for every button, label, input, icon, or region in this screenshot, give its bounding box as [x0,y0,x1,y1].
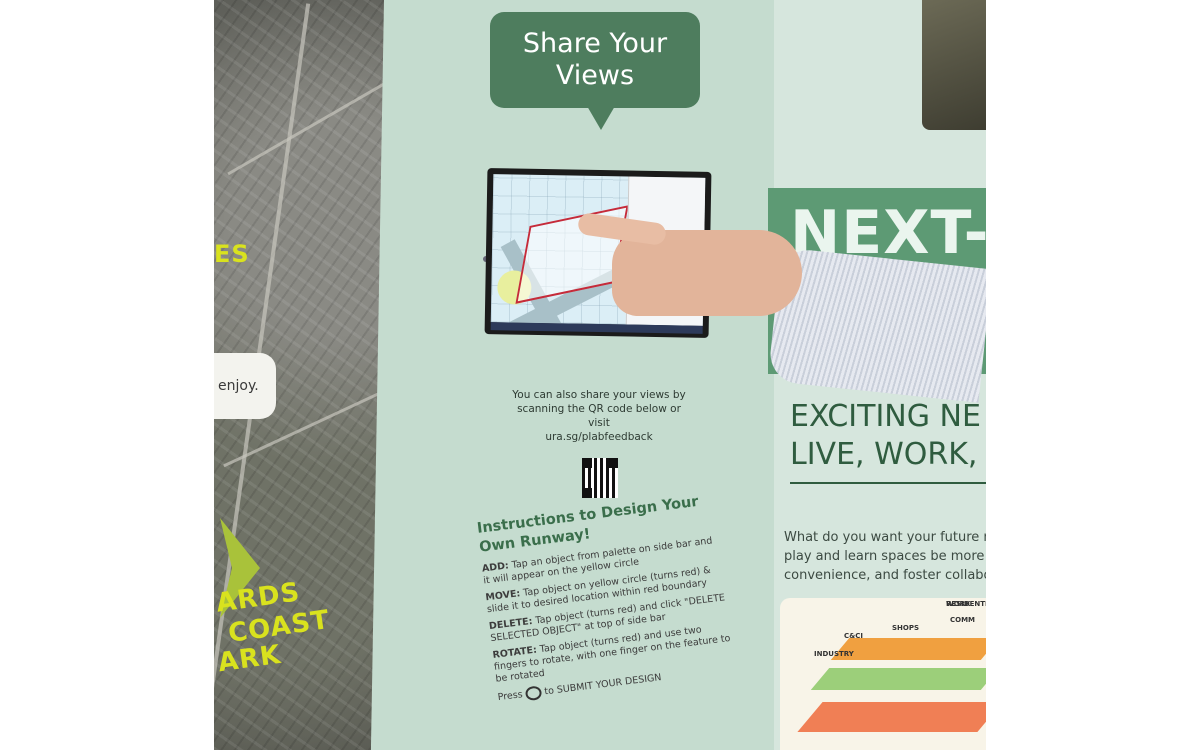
description-line2: play and learn spaces be more cl [784,549,986,564]
heading-divider [790,482,986,484]
map-pill: enjoy. [214,353,276,419]
speech-bubble-line1: Share Your [522,28,668,59]
description-line3: convenience, and foster collabora [784,568,986,583]
qr-hint-line3: ura.sg/plabfeedback [545,431,653,443]
illus-label-residential: RESIDENTIAL [946,600,986,608]
map-label-top: ES [214,240,250,268]
pointing-hand [612,230,802,316]
map-pill-text: enjoy. [218,378,259,394]
illus-label-shops: SHOPS [892,624,920,632]
speech-bubble: Share Your Views [490,12,700,108]
illus-label-comm: COMM [950,616,976,624]
exhibition-scene: ES enjoy. ARDS COAST ARK Share Your View… [214,0,986,750]
wall-photo [922,0,986,130]
qr-code-icon[interactable] [582,458,618,498]
description-text: What do you want your future nei play an… [784,528,986,585]
exciting-heading: EXCITING NE LIVE, WORK, [790,398,981,474]
city-illustration: SMART WORK RESIDENTIAL SHOPS C&CI INDUST… [780,598,986,750]
illus-label-industry: INDUSTRY [814,650,854,658]
speech-bubble-line2: Views [555,60,635,91]
instructions-block: Instructions to Design Your Own Runway! … [476,491,737,710]
instruction-press-prefix: Press [497,689,524,704]
qr-hint-text: You can also share your views by scannin… [506,388,692,444]
exciting-line1: EXCITING NE [790,399,981,434]
description-line1: What do you want your future nei [784,530,986,545]
qr-hint-line1: You can also share your views by [512,389,686,401]
exciting-line2: LIVE, WORK, [790,437,978,472]
map-label-bottom-3: ARK [216,639,284,679]
illus-label-cci: C&CI [844,632,863,640]
submit-eye-icon [524,685,543,702]
qr-hint-line2: scanning the QR code below or visit [517,403,681,429]
speech-bubble-tail [587,106,615,130]
